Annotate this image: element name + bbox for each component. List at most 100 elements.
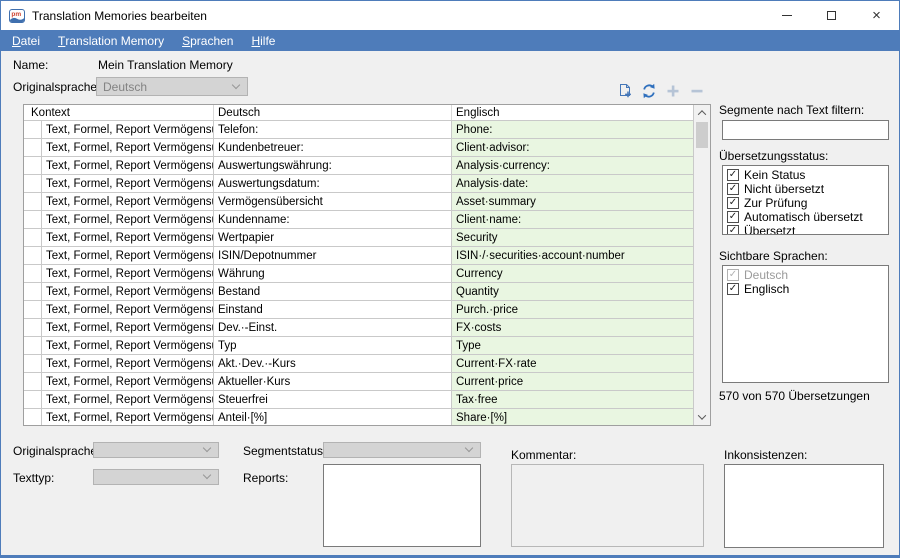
checkbox-icon[interactable]: ✓ — [727, 183, 739, 195]
context-cell[interactable]: Text, Formel, Report Vermögensü... — [42, 373, 214, 390]
context-cell[interactable]: Text, Formel, Report Vermögensü... — [42, 355, 214, 372]
column-header-englisch[interactable]: Englisch — [452, 105, 710, 120]
inconsistencies-listbox[interactable] — [724, 464, 884, 548]
filter-input[interactable] — [722, 120, 889, 140]
checkbox-icon[interactable]: ✓ — [727, 283, 739, 295]
german-cell[interactable]: Akt.·Dev.·-Kurs — [214, 355, 452, 372]
context-cell[interactable]: Text, Formel, Report Vermögensü... — [42, 283, 214, 300]
german-cell[interactable]: Bestand — [214, 283, 452, 300]
checkbox-icon[interactable]: ✓ — [727, 225, 739, 236]
english-cell[interactable]: ISIN·/·securities·account·number — [452, 247, 693, 264]
checkbox-item[interactable]: ✓Englisch — [723, 282, 888, 295]
maximize-button[interactable] — [809, 1, 854, 30]
german-cell[interactable]: Wertpapier — [214, 229, 452, 246]
close-button[interactable]: × — [854, 1, 899, 30]
german-cell[interactable]: Kundenbetreuer: — [214, 139, 452, 156]
english-cell[interactable]: Currency — [452, 265, 693, 282]
row-selector[interactable] — [24, 139, 42, 156]
english-cell[interactable]: Client·advisor: — [452, 139, 693, 156]
reports-listbox[interactable] — [323, 464, 481, 547]
german-cell[interactable]: Aktueller·Kurs — [214, 373, 452, 390]
checkbox-item[interactable]: ✓Nicht übersetzt — [723, 182, 888, 195]
refresh-button[interactable] — [641, 83, 657, 99]
english-cell[interactable]: Asset·summary — [452, 193, 693, 210]
row-selector[interactable] — [24, 391, 42, 408]
german-cell[interactable]: Auswertungsdatum: — [214, 175, 452, 192]
context-cell[interactable]: Text, Formel, Report Vermögensü... — [42, 157, 214, 174]
german-cell[interactable]: Auswertungswährung: — [214, 157, 452, 174]
german-cell[interactable]: Kundenname: — [214, 211, 452, 228]
context-cell[interactable]: Text, Formel, Report Vermögensü... — [42, 301, 214, 318]
english-cell[interactable]: Tax·free — [452, 391, 693, 408]
row-selector[interactable] — [24, 229, 42, 246]
checkbox-item[interactable]: ✓Zur Prüfung — [723, 196, 888, 209]
context-cell[interactable]: Text, Formel, Report Vermögensü... — [42, 121, 214, 138]
german-cell[interactable]: Dev.·-Einst. — [214, 319, 452, 336]
row-selector[interactable] — [24, 337, 42, 354]
vertical-scrollbar[interactable] — [693, 105, 710, 425]
english-cell[interactable]: Current·FX·rate — [452, 355, 693, 372]
row-selector[interactable] — [24, 175, 42, 192]
column-header-kontext[interactable]: Kontext — [24, 105, 214, 120]
german-cell[interactable]: Telefon: — [214, 121, 452, 138]
checkbox-icon[interactable]: ✓ — [727, 169, 739, 181]
context-cell[interactable]: Text, Formel, Report Vermögensü... — [42, 211, 214, 228]
german-cell[interactable]: Steuerfrei — [214, 391, 452, 408]
checkbox-icon[interactable]: ✓ — [727, 197, 739, 209]
english-cell[interactable]: Analysis·currency: — [452, 157, 693, 174]
export-document-button[interactable] — [617, 83, 633, 99]
english-cell[interactable]: Current·price — [452, 373, 693, 390]
title-bar[interactable]: pm Translation Memories bearbeiten × — [1, 1, 899, 30]
german-cell[interactable]: ISIN/Depotnummer — [214, 247, 452, 264]
english-cell[interactable]: Client·name: — [452, 211, 693, 228]
context-cell[interactable]: Text, Formel, Report Vermögensü... — [42, 175, 214, 192]
context-cell[interactable]: Text, Formel, Report Vermögensü... — [42, 247, 214, 264]
scroll-up-button[interactable] — [694, 105, 710, 121]
checkbox-icon[interactable]: ✓ — [727, 211, 739, 223]
menu-item-datei[interactable]: Datei — [3, 30, 49, 51]
context-cell[interactable]: Text, Formel, Report Vermögensü... — [42, 409, 214, 425]
english-cell[interactable]: Share·[%] — [452, 409, 693, 425]
row-selector[interactable] — [24, 193, 42, 210]
context-cell[interactable]: Text, Formel, Report Vermögensü... — [42, 391, 214, 408]
german-cell[interactable]: Währung — [214, 265, 452, 282]
english-cell[interactable]: Quantity — [452, 283, 693, 300]
scrollbar-thumb[interactable] — [696, 122, 708, 148]
row-selector[interactable] — [24, 409, 42, 425]
context-cell[interactable]: Text, Formel, Report Vermögensü... — [42, 193, 214, 210]
german-cell[interactable]: Einstand — [214, 301, 452, 318]
menu-item-sprachen[interactable]: Sprachen — [173, 30, 242, 51]
translation-status-listbox[interactable]: ✓Kein Status✓Nicht übersetzt✓Zur Prüfung… — [722, 165, 889, 235]
row-selector[interactable] — [24, 301, 42, 318]
scroll-down-button[interactable] — [694, 409, 710, 425]
menu-item-translation-memory[interactable]: Translation Memory — [49, 30, 173, 51]
english-cell[interactable]: Purch.·price — [452, 301, 693, 318]
context-cell[interactable]: Text, Formel, Report Vermögensü... — [42, 229, 214, 246]
context-cell[interactable]: Text, Formel, Report Vermögensü... — [42, 319, 214, 336]
checkbox-item[interactable]: ✓Automatisch übersetzt — [723, 210, 888, 223]
row-selector[interactable] — [24, 283, 42, 300]
row-selector[interactable] — [24, 265, 42, 282]
german-cell[interactable]: Typ — [214, 337, 452, 354]
context-cell[interactable]: Text, Formel, Report Vermögensü... — [42, 139, 214, 156]
english-cell[interactable]: Type — [452, 337, 693, 354]
checkbox-item[interactable]: ✓Übersetzt — [723, 224, 888, 235]
english-cell[interactable]: Analysis·date: — [452, 175, 693, 192]
row-selector[interactable] — [24, 211, 42, 228]
german-cell[interactable]: Anteil·[%] — [214, 409, 452, 425]
checkbox-item[interactable]: ✓Kein Status — [723, 168, 888, 181]
row-selector[interactable] — [24, 373, 42, 390]
visible-languages-listbox[interactable]: ✓Deutsch✓Englisch — [722, 265, 889, 383]
row-selector[interactable] — [24, 319, 42, 336]
german-cell[interactable]: Vermögensübersicht — [214, 193, 452, 210]
minimize-button[interactable] — [764, 1, 809, 30]
row-selector[interactable] — [24, 247, 42, 264]
row-selector[interactable] — [24, 121, 42, 138]
context-cell[interactable]: Text, Formel, Report Vermögensü... — [42, 265, 214, 282]
row-selector[interactable] — [24, 355, 42, 372]
row-selector[interactable] — [24, 157, 42, 174]
menu-item-hilfe[interactable]: Hilfe — [242, 30, 284, 51]
english-cell[interactable]: FX·costs — [452, 319, 693, 336]
english-cell[interactable]: Phone: — [452, 121, 693, 138]
context-cell[interactable]: Text, Formel, Report Vermögensü... — [42, 337, 214, 354]
